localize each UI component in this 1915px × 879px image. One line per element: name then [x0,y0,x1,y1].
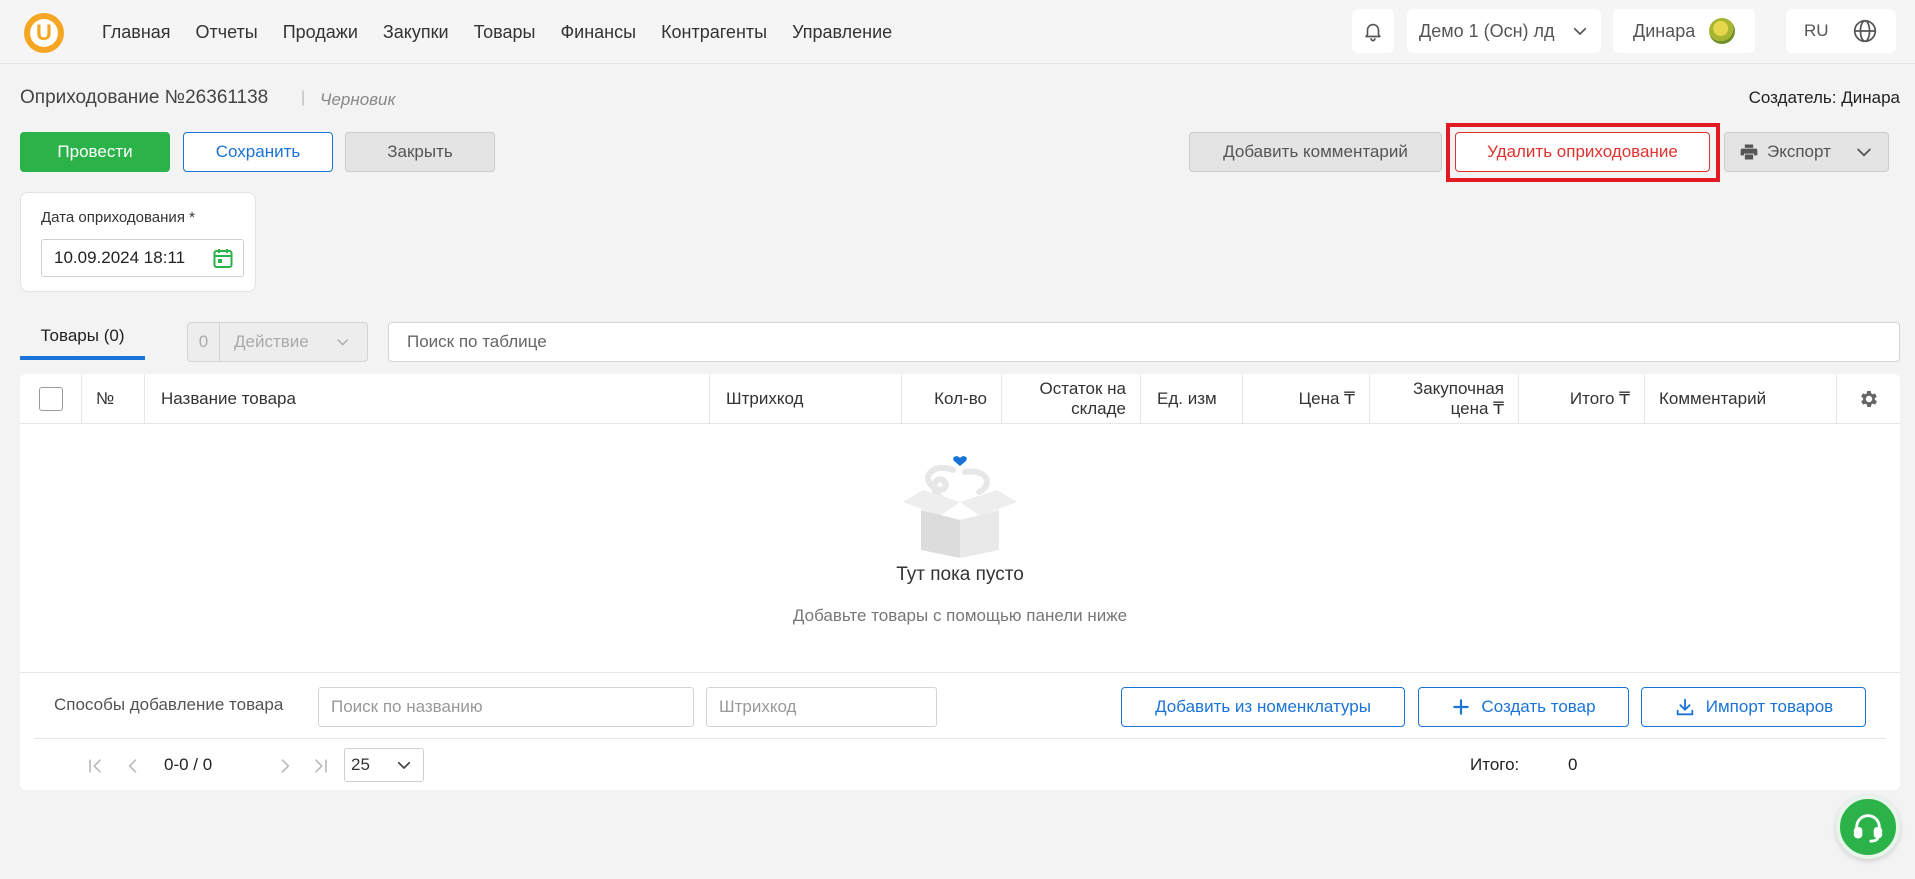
nav-item-finance[interactable]: Финансы [560,22,636,43]
table-header: № Название товара Штрихкод Кол-во Остато… [20,374,1900,424]
chevron-down-icon [1573,27,1587,35]
column-quantity[interactable]: Кол-во [902,374,1002,424]
nav-item-counterparties[interactable]: Контрагенты [661,22,767,43]
select-all-checkbox[interactable] [38,387,63,411]
bell-icon [1365,23,1381,42]
title-separator: | [301,89,306,106]
table-search-input[interactable] [388,322,1900,362]
globe-icon [1853,19,1877,43]
selected-count: 0 [188,323,220,361]
empty-box-icon [903,456,1017,558]
plus-icon [1453,699,1470,715]
delete-document-button[interactable]: Удалить оприходование [1455,132,1710,172]
nav-item-products[interactable]: Товары [474,22,536,43]
bulk-action-select[interactable]: 0 Действие [187,322,368,362]
chevron-down-icon [1857,148,1871,157]
support-chat-button[interactable] [1836,795,1900,859]
page-size-select[interactable]: 25 [344,748,424,782]
post-button[interactable]: Провести [20,132,170,172]
headset-icon [1853,814,1883,843]
add-products-panel: Способы добавление товара Добавить из но… [20,672,1900,738]
create-product-button[interactable]: Создать товар [1418,687,1629,727]
organization-selector[interactable]: Демо 1 (Осн) лд [1407,9,1601,53]
page-range: 0-0 / 0 [164,755,213,774]
nav-item-home[interactable]: Главная [102,22,171,43]
save-button[interactable]: Сохранить [183,132,333,172]
column-purchase-line2: цена ₸ [1450,399,1504,418]
next-page-icon[interactable] [274,755,296,777]
first-page-icon[interactable] [84,755,106,777]
add-comment-button[interactable]: Добавить комментарий [1189,132,1442,172]
date-card: Дата оприходования * 10.09.2024 18:11 [20,192,256,292]
add-methods-label: Способы добавление товара [54,695,284,714]
calendar-icon[interactable] [211,246,235,270]
notifications-button[interactable] [1352,9,1394,53]
column-total[interactable]: Итого ₸ [1519,374,1645,424]
nav-item-reports[interactable]: Отчеты [196,22,258,43]
tab-products[interactable]: Товары (0) [20,322,145,360]
export-button[interactable]: Экспорт [1724,132,1889,172]
create-product-label: Создать товар [1481,697,1596,716]
printer-icon [1740,144,1758,160]
nav-item-sales[interactable]: Продажи [283,22,358,43]
top-navigation: U Главная Отчеты Продажи Закупки Товары … [0,0,1915,64]
language-selector[interactable]: RU [1786,9,1896,53]
date-value: 10.09.2024 18:11 [54,248,186,267]
nav-item-management[interactable]: Управление [792,22,892,43]
column-number[interactable]: № [82,374,145,424]
add-from-catalog-button[interactable]: Добавить из номенклатуры [1121,687,1405,727]
empty-state: Тут пока пусто Добавьте товары с помощью… [20,424,1900,672]
column-stock-line1: Остаток на [1039,379,1126,398]
last-page-icon[interactable] [310,755,332,777]
table-settings-cell [1837,374,1900,424]
import-products-button[interactable]: Импорт товаров [1641,687,1866,727]
total-label: Итого: [1470,755,1520,774]
page-title: Оприходование №26361138 [20,87,269,108]
close-button[interactable]: Закрыть [345,132,495,172]
column-stock[interactable]: Остаток на складе [1002,374,1141,424]
logo-letter: U [30,19,58,47]
download-icon [1676,698,1694,716]
column-purchase-price[interactable]: Закупочная цена ₸ [1370,374,1519,424]
organization-name: Демо 1 (Осн) лд [1419,20,1555,41]
main-menu: Главная Отчеты Продажи Закупки Товары Фи… [102,0,892,64]
column-purchase-line1: Закупочная [1412,379,1504,398]
empty-state-title: Тут пока пусто [896,564,1024,585]
column-unit[interactable]: Ед. изм [1141,374,1243,424]
page-size-value: 25 [351,755,370,774]
pagination: 0-0 / 0 25 Итого: 0 [34,738,1886,790]
total-value: 0 [1568,755,1578,774]
date-input[interactable]: 10.09.2024 18:11 [41,239,244,277]
column-stock-line2: складе [1071,399,1126,418]
select-all-cell [20,374,82,424]
empty-state-subtitle: Добавьте товары с помощью панели ниже [792,606,1128,625]
prev-page-icon[interactable] [122,755,144,777]
column-product-name[interactable]: Название товара [145,374,710,424]
chevron-down-icon [397,761,411,769]
nav-item-purchases[interactable]: Закупки [383,22,449,43]
creator-label: Создатель: Динара [1748,88,1900,107]
add-from-catalog-label: Добавить из номенклатуры [1155,697,1371,716]
gear-icon[interactable] [1858,388,1880,410]
app-logo[interactable]: U [24,13,64,53]
user-menu[interactable]: Динара [1613,9,1755,53]
column-barcode[interactable]: Штрихкод [710,374,902,424]
column-comment[interactable]: Комментарий [1645,374,1837,424]
bulk-action-label: Действие [234,332,309,351]
product-name-search-input[interactable] [318,687,694,727]
user-name: Динара [1633,20,1696,41]
language-code: RU [1804,21,1829,40]
status-badge: Черновик [320,90,396,109]
barcode-input[interactable] [706,687,937,727]
date-label: Дата оприходования * [41,209,195,226]
import-products-label: Импорт товаров [1705,697,1834,716]
avatar [1709,18,1735,44]
chevron-down-icon [337,339,348,346]
products-card: № Название товара Штрихкод Кол-во Остато… [20,374,1900,790]
column-price[interactable]: Цена ₸ [1243,374,1370,424]
export-label: Экспорт [1767,142,1831,161]
